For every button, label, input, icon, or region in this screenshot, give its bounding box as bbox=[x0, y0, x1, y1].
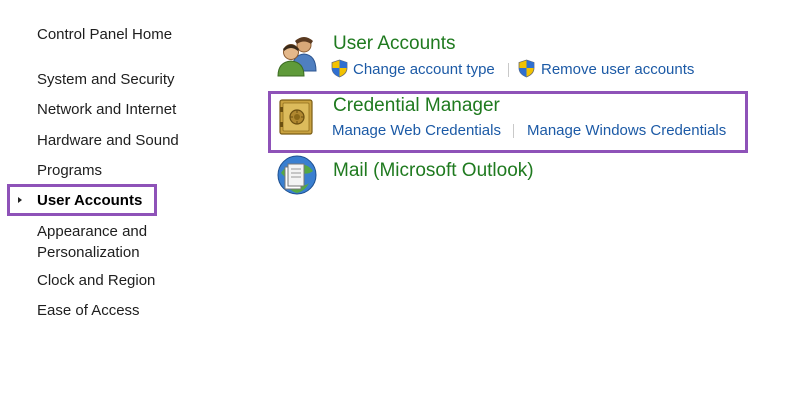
nav-hardware-and-sound[interactable]: Hardware and Sound bbox=[37, 130, 179, 151]
uac-shield-icon bbox=[518, 59, 535, 78]
manage-web-credentials-link[interactable]: Manage Web Credentials bbox=[332, 122, 501, 139]
users-icon[interactable] bbox=[275, 33, 319, 77]
remove-user-accounts-link[interactable]: Remove user accounts bbox=[541, 61, 694, 78]
manage-windows-credentials-link[interactable]: Manage Windows Credentials bbox=[527, 122, 726, 139]
nav-system-and-security[interactable]: System and Security bbox=[37, 69, 175, 90]
nav-clock-and-region[interactable]: Clock and Region bbox=[37, 270, 155, 291]
change-account-type-link[interactable]: Change account type bbox=[353, 61, 495, 78]
uac-shield-icon bbox=[331, 59, 348, 78]
highlight-box-user-accounts-nav bbox=[7, 184, 157, 216]
nav-ease-of-access[interactable]: Ease of Access bbox=[37, 300, 140, 321]
vault-icon[interactable] bbox=[277, 97, 317, 137]
user-accounts-title-link[interactable]: User Accounts bbox=[333, 33, 456, 55]
control-panel-home-link[interactable]: Control Panel Home bbox=[37, 26, 172, 43]
credential-manager-title-link[interactable]: Credential Manager bbox=[333, 95, 500, 117]
nav-network-and-internet[interactable]: Network and Internet bbox=[37, 99, 176, 120]
link-separator bbox=[513, 124, 514, 138]
nav-programs[interactable]: Programs bbox=[37, 160, 102, 181]
link-separator bbox=[508, 63, 509, 77]
nav-appearance-and-personalization[interactable]: Appearance and Personalization bbox=[37, 221, 147, 263]
mail-icon[interactable] bbox=[275, 153, 319, 197]
mail-title-link[interactable]: Mail (Microsoft Outlook) bbox=[333, 160, 534, 182]
